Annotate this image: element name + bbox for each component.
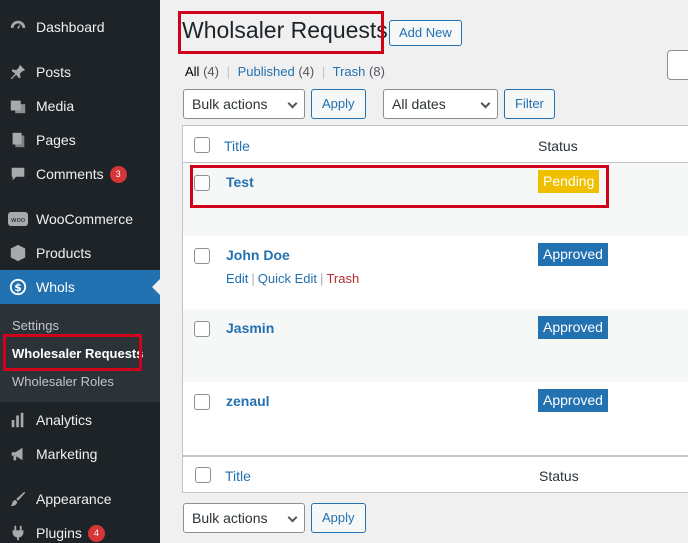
row-checkbox[interactable] bbox=[194, 248, 210, 264]
apply-button-top[interactable]: Apply bbox=[311, 89, 366, 119]
view-trash-link[interactable]: Trash bbox=[333, 64, 366, 79]
sidebar-item-comments[interactable]: Comments 3 bbox=[0, 157, 160, 191]
table-row: John Doe Approved Edit | Quick Edit | Trash bbox=[183, 236, 688, 309]
status-badge: Approved bbox=[538, 243, 608, 266]
column-status-header: Status bbox=[538, 138, 578, 154]
row-actions: Edit | Quick Edit | Trash bbox=[226, 271, 360, 286]
submenu-item-wholesaler-roles[interactable]: Wholesaler Roles bbox=[12, 374, 114, 389]
table-row: Jasmin Approved bbox=[183, 309, 688, 382]
megaphone-icon bbox=[0, 445, 36, 463]
sidebar-item-products[interactable]: Products bbox=[0, 236, 160, 270]
row-checkbox[interactable] bbox=[194, 175, 210, 191]
apply-button-bottom[interactable]: Apply bbox=[311, 503, 366, 533]
sidebar-item-appearance[interactable]: Appearance bbox=[0, 482, 160, 516]
sidebar-item-media[interactable]: Media bbox=[0, 89, 160, 123]
status-badge: Approved bbox=[538, 316, 608, 339]
add-new-button[interactable]: Add New bbox=[389, 20, 462, 46]
svg-text:woo: woo bbox=[11, 216, 25, 224]
sidebar-item-whols[interactable]: $ Whols bbox=[0, 270, 160, 304]
sidebar-item-plugins[interactable]: Plugins 4 bbox=[0, 516, 160, 543]
table-footer: Title Status bbox=[182, 456, 688, 493]
sidebar-item-woocommerce[interactable]: woo WooCommerce bbox=[0, 202, 160, 236]
main-content: Wholsaler Requests Add New All (4) | Pub… bbox=[160, 0, 688, 543]
column-title-footer[interactable]: Title bbox=[225, 468, 251, 484]
page-icon bbox=[0, 131, 36, 149]
chevron-down-icon bbox=[287, 512, 298, 523]
table-row: zenaul Approved bbox=[183, 382, 688, 455]
box-icon bbox=[0, 244, 36, 262]
media-icon bbox=[0, 97, 36, 115]
bulk-actions-select-top[interactable]: Bulk actions bbox=[183, 89, 305, 119]
pin-icon bbox=[0, 63, 36, 81]
sidebar-item-posts[interactable]: Posts bbox=[0, 55, 160, 89]
comment-icon bbox=[0, 165, 36, 183]
column-status-footer: Status bbox=[539, 468, 579, 484]
column-title-header[interactable]: Title bbox=[224, 138, 250, 154]
sidebar-item-marketing[interactable]: Marketing bbox=[0, 437, 160, 471]
dashboard-icon bbox=[0, 18, 36, 36]
paintbrush-icon bbox=[0, 490, 36, 508]
view-all-link[interactable]: All bbox=[185, 64, 199, 79]
submenu-item-settings[interactable]: Settings bbox=[12, 318, 59, 333]
plug-icon bbox=[0, 524, 36, 542]
whols-submenu: Settings Wholesaler Requests Wholesaler … bbox=[0, 304, 160, 402]
woocommerce-icon: woo bbox=[0, 212, 36, 226]
page-title: Wholsaler Requests bbox=[182, 17, 388, 43]
sidebar-item-dashboard[interactable]: Dashboard bbox=[0, 10, 160, 44]
bar-chart-icon bbox=[0, 411, 36, 429]
sidebar-item-analytics[interactable]: Analytics bbox=[0, 403, 160, 437]
comments-count-badge: 3 bbox=[109, 165, 127, 183]
plugins-count-badge: 4 bbox=[87, 524, 105, 542]
row-title-link[interactable]: zenaul bbox=[226, 393, 270, 409]
table-header: Title Status bbox=[183, 126, 688, 163]
view-filters: All (4) | Published (4) | Trash (8) bbox=[185, 64, 385, 79]
row-checkbox[interactable] bbox=[194, 394, 210, 410]
table-row: Test Pending bbox=[183, 163, 688, 236]
chevron-down-icon bbox=[287, 98, 298, 109]
view-published-link[interactable]: Published bbox=[238, 64, 295, 79]
row-checkbox[interactable] bbox=[194, 321, 210, 337]
edit-link[interactable]: Edit bbox=[226, 271, 248, 286]
svg-text:$: $ bbox=[14, 281, 22, 294]
requests-table: Title Status Test Pending John Doe Appro… bbox=[182, 125, 688, 493]
search-input[interactable] bbox=[667, 50, 688, 80]
select-all-checkbox[interactable] bbox=[194, 137, 210, 153]
row-title-link[interactable]: John Doe bbox=[226, 247, 290, 263]
bulk-actions-select-bottom[interactable]: Bulk actions bbox=[183, 503, 305, 533]
status-badge: Approved bbox=[538, 389, 608, 412]
filter-button[interactable]: Filter bbox=[504, 89, 555, 119]
row-title-link[interactable]: Test bbox=[226, 174, 254, 190]
dollar-icon: $ bbox=[0, 278, 36, 296]
chevron-down-icon bbox=[480, 98, 491, 109]
submenu-item-wholesaler-requests[interactable]: Wholesaler Requests bbox=[12, 346, 144, 361]
sidebar-item-pages[interactable]: Pages bbox=[0, 123, 160, 157]
status-badge: Pending bbox=[538, 170, 600, 193]
row-title-link[interactable]: Jasmin bbox=[226, 320, 274, 336]
trash-link[interactable]: Trash bbox=[326, 271, 359, 286]
select-all-checkbox-footer[interactable] bbox=[195, 467, 211, 483]
dates-filter-select[interactable]: All dates bbox=[383, 89, 498, 119]
quick-edit-link[interactable]: Quick Edit bbox=[258, 271, 317, 286]
admin-sidebar: Dashboard Posts Media Pages Comments 3 w… bbox=[0, 0, 160, 543]
